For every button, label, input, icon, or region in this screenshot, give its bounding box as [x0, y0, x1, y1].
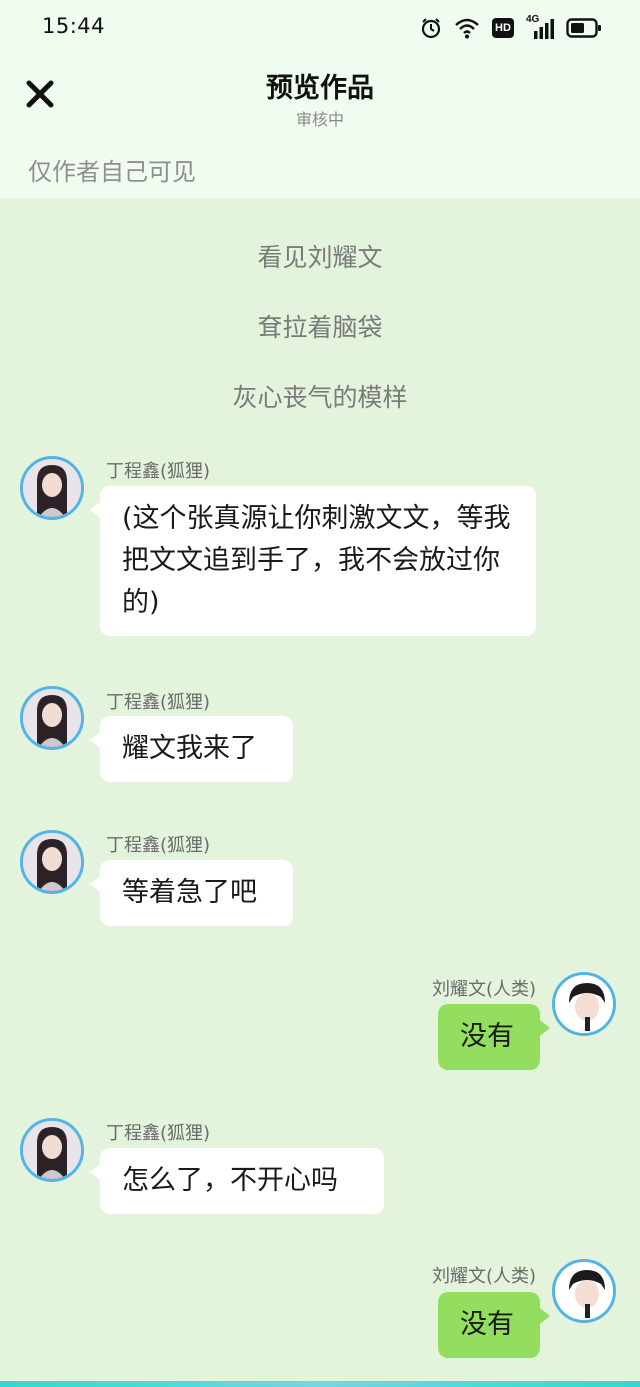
message-bubble[interactable]: (这个张真源让你刺激文文，等我把文文追到手了，我不会放过你的) — [90, 486, 536, 636]
avatar[interactable] — [20, 1118, 84, 1182]
message-bubble[interactable]: 怎么了，不开心吗 — [90, 1148, 384, 1214]
message-bubble[interactable]: 等着急了吧 — [90, 860, 293, 926]
review-status: 审核中 — [295, 110, 344, 129]
chat-preview-screen: 15:44 HD 4G 预览作品 审核中 仅作者自己可见 看见刘耀文 耷拉着脑袋… — [0, 0, 640, 1387]
signal-4g-icon: 4G — [526, 14, 554, 40]
sender-name: 丁程鑫(狐狸) — [106, 1123, 211, 1144]
message-bubble[interactable]: 耀文我来了 — [90, 716, 293, 782]
narration-line: 耷拉着脑袋 — [257, 313, 383, 342]
sender-name: 丁程鑫(狐狸) — [106, 461, 211, 482]
battery-icon — [566, 17, 602, 39]
narration-line: 灰心丧气的模样 — [232, 383, 408, 412]
sender-name: 刘耀文(人类) — [431, 979, 536, 1000]
visibility-note: 仅作者自己可见 — [28, 158, 196, 186]
page-title: 预览作品 — [266, 73, 374, 104]
avatar[interactable] — [20, 830, 84, 894]
status-icons: HD 4G — [420, 14, 602, 40]
narration-line: 看见刘耀文 — [257, 243, 383, 272]
hd-icon: HD — [492, 18, 514, 38]
message-bubble[interactable]: 没有 — [438, 1004, 550, 1070]
avatar[interactable] — [552, 972, 616, 1036]
alarm-icon — [420, 17, 442, 39]
status-bar: 15:44 HD 4G — [0, 0, 640, 56]
wifi-icon — [454, 17, 480, 39]
message-bubble[interactable]: 没有 — [438, 1292, 550, 1358]
status-time: 15:44 — [42, 14, 106, 38]
bottom-toolbar-edge — [0, 1381, 640, 1387]
sender-name: 丁程鑫(狐狸) — [106, 835, 211, 856]
sender-name: 丁程鑫(狐狸) — [106, 692, 211, 713]
sender-name: 刘耀文(人类) — [431, 1266, 536, 1287]
avatar[interactable] — [552, 1259, 616, 1323]
avatar[interactable] — [20, 456, 84, 520]
header: 预览作品 审核中 仅作者自己可见 — [0, 56, 640, 198]
avatar[interactable] — [20, 686, 84, 750]
